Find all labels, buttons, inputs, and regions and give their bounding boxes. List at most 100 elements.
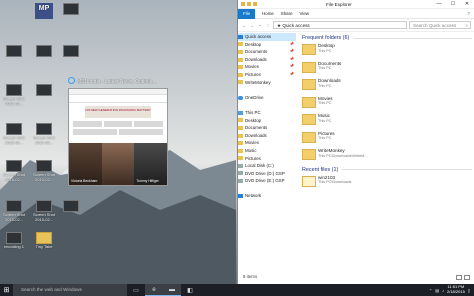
maximize-button[interactable]: ☐ xyxy=(446,1,460,7)
nav-item-pictures[interactable]: Pictures xyxy=(238,155,296,163)
nav-item-downloads[interactable]: Downloads xyxy=(238,132,296,140)
task-view-icon[interactable]: ▭ xyxy=(127,284,145,296)
frequent-folders-header[interactable]: Frequent folders (6) xyxy=(302,35,472,41)
minimize-button[interactable]: — xyxy=(432,1,446,7)
large-icons-view-icon[interactable] xyxy=(464,275,470,280)
desktop-icon[interactable] xyxy=(33,84,55,97)
folder-icon xyxy=(302,79,316,90)
quick-access-toolbar xyxy=(238,2,278,6)
folder-icon xyxy=(302,114,316,125)
nav-item-dvd-e[interactable]: DVD Drive (E:) GSP xyxy=(238,177,296,185)
folder-item[interactable]: Documents This PC xyxy=(302,61,472,80)
nav-item-desktop[interactable]: Desktop 📌 xyxy=(238,41,296,49)
details-view-icon[interactable] xyxy=(456,275,462,280)
tab-view[interactable]: View xyxy=(300,11,309,16)
folder-icon[interactable] xyxy=(241,2,245,6)
nav-item-quick-access[interactable]: Quick access xyxy=(238,33,296,41)
clock[interactable]: 11:51 PM 2/18/2015 xyxy=(447,285,465,294)
nav-item-writemonkey[interactable]: WriteMonkey xyxy=(238,79,296,87)
tab-file[interactable]: File xyxy=(238,8,256,19)
desktop-icon[interactable]: Screen Shot 2015-02... xyxy=(3,200,25,222)
nav-item-music[interactable]: Music xyxy=(238,147,296,155)
nav-item-local-disk[interactable]: Local Disk (C:) xyxy=(238,162,296,170)
desktop-icon[interactable]: recording 1 xyxy=(3,232,25,250)
desktop-icon[interactable] xyxy=(3,45,25,58)
title-bar[interactable]: File Explorer — ☐ ✕ xyxy=(238,0,474,9)
nav-item-onedrive[interactable]: OneDrive xyxy=(238,94,296,102)
nav-item-label: Documents xyxy=(245,49,268,55)
folder-item[interactable]: Downloads This PC xyxy=(302,78,472,97)
properties-icon[interactable] xyxy=(247,2,251,6)
folder-icon xyxy=(238,72,243,77)
network-tray-icon[interactable]: ▤ xyxy=(435,288,439,293)
folder-item[interactable]: Movies This PC xyxy=(302,96,472,115)
notifications-icon[interactable]: ▯ xyxy=(468,288,470,293)
taskbar-search-box[interactable]: Search the web and Windows xyxy=(13,284,127,296)
up-arrow-icon[interactable]: ↑ xyxy=(265,23,271,28)
screenshot-icon xyxy=(63,200,79,212)
nav-item-this-pc[interactable]: This PC xyxy=(238,109,296,117)
nav-item-documents[interactable]: Documents 📌 xyxy=(238,48,296,56)
nav-item-dvd-d[interactable]: DVD Drive (D:) GSP xyxy=(238,170,296,178)
nav-item-documents[interactable]: Documents xyxy=(238,124,296,132)
recent-files-header[interactable]: Recent files (1) xyxy=(302,167,472,173)
desktop-icon[interactable]: Screen Shot 2015-02... xyxy=(3,160,25,182)
folder-item[interactable]: WriteMonkey This PC\Downloads\WriteM... xyxy=(302,148,472,167)
nav-item-network[interactable]: Network xyxy=(238,192,296,200)
desktop-icon[interactable] xyxy=(60,200,82,213)
tab-share[interactable]: Share xyxy=(281,11,293,16)
volume-icon[interactable]: ♪ xyxy=(442,288,444,293)
browser-thumbnail[interactable]: ON NEW GENERATION PANASONIC BATTERY Vict… xyxy=(68,88,168,186)
desktop-icon[interactable]: Tiny Take xyxy=(33,232,55,250)
network-icon xyxy=(238,194,243,199)
desktop-icon[interactable] xyxy=(33,45,55,58)
content-pane: Frequent folders (6) Desktop This PC Docu… xyxy=(302,35,472,267)
file-explorer-taskbar-icon[interactable]: ▬ xyxy=(163,284,181,296)
nav-item-label: Downloads xyxy=(245,56,267,62)
nav-item-label: Pictures xyxy=(245,155,261,161)
screenshot-icon xyxy=(6,84,22,96)
help-button[interactable]: ? xyxy=(468,11,470,16)
desktop-icon[interactable]: Screen Shot 2015-02... xyxy=(33,123,55,145)
start-button[interactable]: ⊞ xyxy=(0,284,13,296)
address-bar[interactable]: ★ Quick access xyxy=(273,21,407,29)
desktop-icon[interactable] xyxy=(60,3,82,16)
dvd-icon xyxy=(238,171,243,176)
file-item[interactable]: win2103 This PC\Downloads xyxy=(302,175,472,194)
desktop-icon-label: Tiny Take xyxy=(35,244,53,249)
desktop-icon[interactable]: Screen Shot 2015-02... xyxy=(33,160,55,182)
folder-location: This PC xyxy=(318,118,332,123)
desktop-icon[interactable]: Screen Shot 2015-02... xyxy=(3,123,25,145)
back-arrow-icon[interactable]: ← xyxy=(241,23,247,28)
desktop-icon[interactable]: Screen Shot 2015-02... xyxy=(3,84,25,106)
chevron-down-icon[interactable]: ⌄ xyxy=(257,22,263,28)
nav-item-desktop[interactable]: Desktop xyxy=(238,117,296,125)
thumbnail-title-text: MSN India - Latest News, Outlook... xyxy=(77,79,157,85)
folder-item[interactable]: Music This PC xyxy=(302,113,472,132)
screenshot-icon xyxy=(36,84,52,96)
folder-item[interactable]: Desktop This PC xyxy=(302,43,472,62)
nav-item-movies[interactable]: Movies xyxy=(238,139,296,147)
mp-app-icon: MP xyxy=(35,3,53,19)
nav-item-pictures[interactable]: Pictures 📌 xyxy=(238,71,296,79)
nav-item-movies[interactable]: Movies 📌 xyxy=(238,63,296,71)
internet-explorer-taskbar-icon[interactable]: e xyxy=(145,284,163,296)
tab-home[interactable]: Home xyxy=(262,11,274,16)
desktop-icon[interactable] xyxy=(60,45,82,58)
forward-arrow-icon[interactable]: → xyxy=(249,23,255,28)
thumbnail-content-row xyxy=(73,129,163,135)
desktop-icon-label: Screen Shot 2015-02... xyxy=(33,212,56,222)
desktop-icon[interactable]: Screen Shot 2015-02... xyxy=(33,200,55,222)
store-taskbar-icon[interactable]: ◧ xyxy=(181,284,199,296)
folder-location: This PC xyxy=(318,66,332,71)
disk-icon xyxy=(238,163,243,168)
search-input[interactable]: Search Quick access ⌕ xyxy=(409,21,471,29)
desktop-icon-mp[interactable]: MP xyxy=(33,3,55,20)
nav-item-downloads[interactable]: Downloads 📌 xyxy=(238,56,296,64)
thumbnail-title[interactable]: MSN India - Latest News, Outlook... xyxy=(68,77,168,86)
new-folder-icon[interactable] xyxy=(253,2,257,6)
folder-item[interactable]: Pictures This PC xyxy=(302,131,472,150)
chevron-up-icon[interactable]: ⌃ xyxy=(429,288,432,293)
close-button[interactable]: ✕ xyxy=(460,1,474,7)
